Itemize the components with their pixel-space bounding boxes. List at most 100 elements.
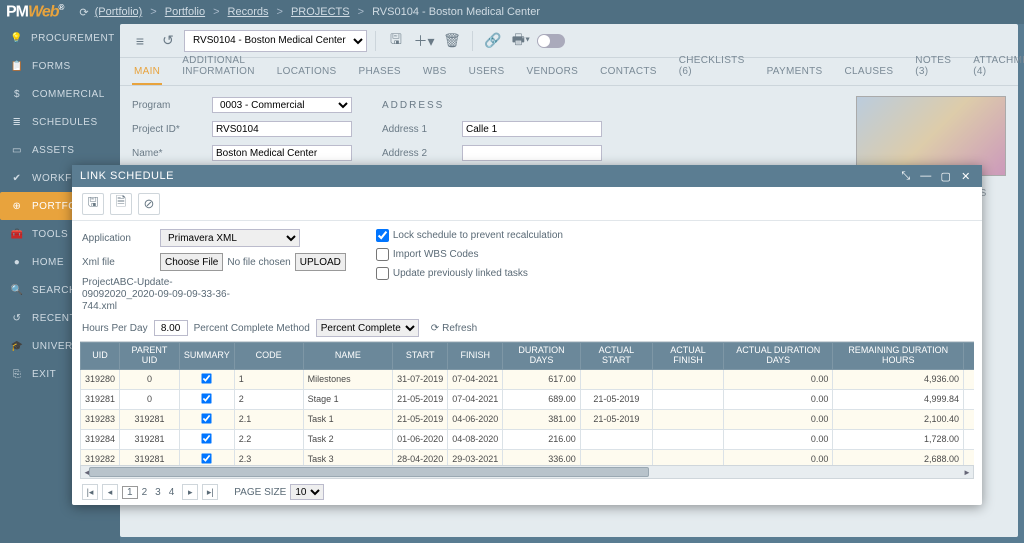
breadcrumb-item[interactable]: (Portfolio) (95, 6, 143, 18)
pager-last-button[interactable]: ▸| (202, 484, 218, 500)
column-header[interactable]: START (393, 343, 448, 370)
tab-main[interactable]: MAIN (132, 60, 162, 85)
tab-payments[interactable]: PAYMENTS (765, 60, 825, 85)
link-schedule-modal: LINK SCHEDULE ⤡ — ▢ ✕ 🖫 🗎 ⊘ ApplicationP… (72, 165, 982, 505)
pager-prev-button[interactable]: ◂ (102, 484, 118, 500)
breadcrumb-current: RVS0104 - Boston Medical Center (372, 6, 540, 18)
sidebar-label: COMMERCIAL (32, 89, 105, 100)
hours-per-day-input[interactable] (154, 320, 188, 336)
table-row[interactable]: 3192823192812.3Task 328-04-202029-03-202… (81, 449, 975, 465)
tab-phases[interactable]: PHASES (357, 60, 403, 85)
breadcrumb-item[interactable]: Records (228, 6, 269, 18)
update-checkbox[interactable] (376, 267, 389, 280)
application-select[interactable]: Primavera XML (160, 229, 300, 247)
save-icon[interactable]: 🖫 (384, 29, 408, 53)
toggle-switch[interactable] (537, 34, 565, 48)
tab-notes-[interactable]: NOTES (3) (913, 49, 953, 85)
column-header[interactable]: SUMMARY (179, 343, 234, 370)
tab-contacts[interactable]: CONTACTS (598, 60, 659, 85)
sidebar-icon: ⊕ (10, 201, 24, 212)
column-header[interactable]: REMAINING DURATION HOURS (833, 343, 964, 370)
refresh-icon: ⟳ (431, 323, 439, 334)
tab-vendors[interactable]: VENDORS (525, 60, 581, 85)
pcm-select[interactable]: Percent Complete (316, 319, 419, 337)
sidebar-item-schedules[interactable]: ≣SCHEDULES (0, 108, 120, 136)
projectid-input[interactable] (212, 121, 352, 137)
table-row[interactable]: 3192833192812.1Task 121-05-201904-06-202… (81, 409, 975, 429)
horizontal-scrollbar[interactable]: ◄► (80, 465, 974, 479)
column-header[interactable]: DURATION DAYS (503, 343, 581, 370)
sidebar-item-forms[interactable]: 📋FORMS (0, 52, 120, 80)
column-header[interactable]: ACTUAL FINISH (652, 343, 723, 370)
close-icon[interactable]: ✕ (958, 168, 974, 184)
print-icon[interactable]: 🖶▾ (509, 29, 533, 53)
project-thumbnail (856, 96, 1006, 176)
sidebar-icon: 🎓 (10, 341, 24, 352)
tab-wbs[interactable]: WBS (421, 60, 449, 85)
summary-checkbox[interactable] (202, 413, 212, 423)
minimize-icon[interactable]: — (918, 168, 934, 184)
tab-locations[interactable]: LOCATIONS (275, 60, 339, 85)
address1-input[interactable] (462, 121, 602, 137)
breadcrumb-item[interactable]: Portfolio (165, 6, 205, 18)
menu-icon[interactable]: ≡ (128, 29, 152, 53)
pager-page[interactable]: 3 (151, 487, 165, 498)
saveexit-button[interactable]: 🗎 (110, 193, 132, 215)
choose-file-button[interactable]: Choose File (160, 253, 223, 271)
sidebar-item-procurement[interactable]: 💡PROCUREMENT (0, 24, 120, 52)
tab-additional-information[interactable]: ADDITIONAL INFORMATION (180, 49, 257, 85)
tab-checklists-[interactable]: CHECKLISTS (6) (677, 49, 747, 85)
sidebar-item-commercial[interactable]: $COMMERCIAL (0, 80, 120, 108)
name-input[interactable] (212, 145, 352, 161)
tab-clauses[interactable]: CLAUSES (843, 60, 896, 85)
table-row[interactable]: 3192843192812.2Task 201-06-202004-08-202… (81, 429, 975, 449)
pager-page[interactable]: 2 (138, 487, 152, 498)
sidebar-label: ASSETS (32, 145, 74, 156)
tab-users[interactable]: USERS (467, 60, 507, 85)
column-header[interactable]: NAME (303, 343, 393, 370)
address2-input[interactable] (462, 145, 602, 161)
history-icon[interactable]: ↺ (156, 29, 180, 53)
column-header[interactable]: ACTUAL START (580, 343, 652, 370)
sidebar-icon: 🔍 (10, 285, 24, 296)
pager-next-button[interactable]: ▸ (182, 484, 198, 500)
column-header[interactable]: PARENT UID (120, 343, 180, 370)
uploaded-file-name: ProjectABC-Update-09092020_2020-09-09-09… (82, 277, 242, 313)
tab-attachments-[interactable]: ATTACHMENTS (4) (971, 49, 1024, 85)
upload-button[interactable]: UPLOAD (295, 253, 346, 271)
restore-icon[interactable]: ⤡ (898, 168, 914, 184)
sidebar-item-assets[interactable]: ▭ASSETS (0, 136, 120, 164)
program-select[interactable]: 0003 - Commercial (212, 97, 352, 113)
summary-checkbox[interactable] (202, 433, 212, 443)
sidebar-label: SEARCH (32, 285, 77, 296)
pager-page[interactable]: 1 (122, 486, 138, 499)
pager-first-button[interactable]: |◂ (82, 484, 98, 500)
delete-icon[interactable]: 🗑 (440, 29, 464, 53)
app-logo: PMWeb® (6, 3, 63, 21)
column-header[interactable]: CODE (234, 343, 303, 370)
cancel-button[interactable]: ⊘ (138, 193, 160, 215)
pagesize-select[interactable]: 10 (290, 484, 324, 500)
summary-checkbox[interactable] (202, 393, 212, 403)
add-icon[interactable]: ＋▾ (412, 29, 436, 53)
sidebar-icon: ⎘ (10, 369, 24, 380)
refresh-button[interactable]: ⟳Refresh (431, 323, 477, 334)
link-icon[interactable]: 🔗 (481, 29, 505, 53)
column-header[interactable]: UID (81, 343, 120, 370)
summary-checkbox[interactable] (202, 453, 212, 463)
column-header[interactable]: REMAINING DURATION DAYS (964, 343, 974, 370)
column-header[interactable]: ACTUAL DURATION DAYS (724, 343, 833, 370)
wbs-checkbox[interactable] (376, 248, 389, 261)
summary-checkbox[interactable] (202, 373, 212, 383)
pager-page[interactable]: 4 (165, 487, 179, 498)
reload-icon[interactable]: ⟳ (79, 6, 88, 19)
maximize-icon[interactable]: ▢ (938, 168, 954, 184)
sidebar-label: RECENT (32, 313, 76, 324)
table-row[interactable]: 31928001Milestones31-07-201907-04-202161… (81, 369, 975, 389)
breadcrumb-item[interactable]: PROJECTS (291, 6, 350, 18)
save-button[interactable]: 🖫 (82, 193, 104, 215)
sidebar-label: SCHEDULES (32, 117, 98, 128)
lock-checkbox[interactable] (376, 229, 389, 242)
column-header[interactable]: FINISH (448, 343, 503, 370)
table-row[interactable]: 31928102Stage 121-05-201907-04-2021689.0… (81, 389, 975, 409)
